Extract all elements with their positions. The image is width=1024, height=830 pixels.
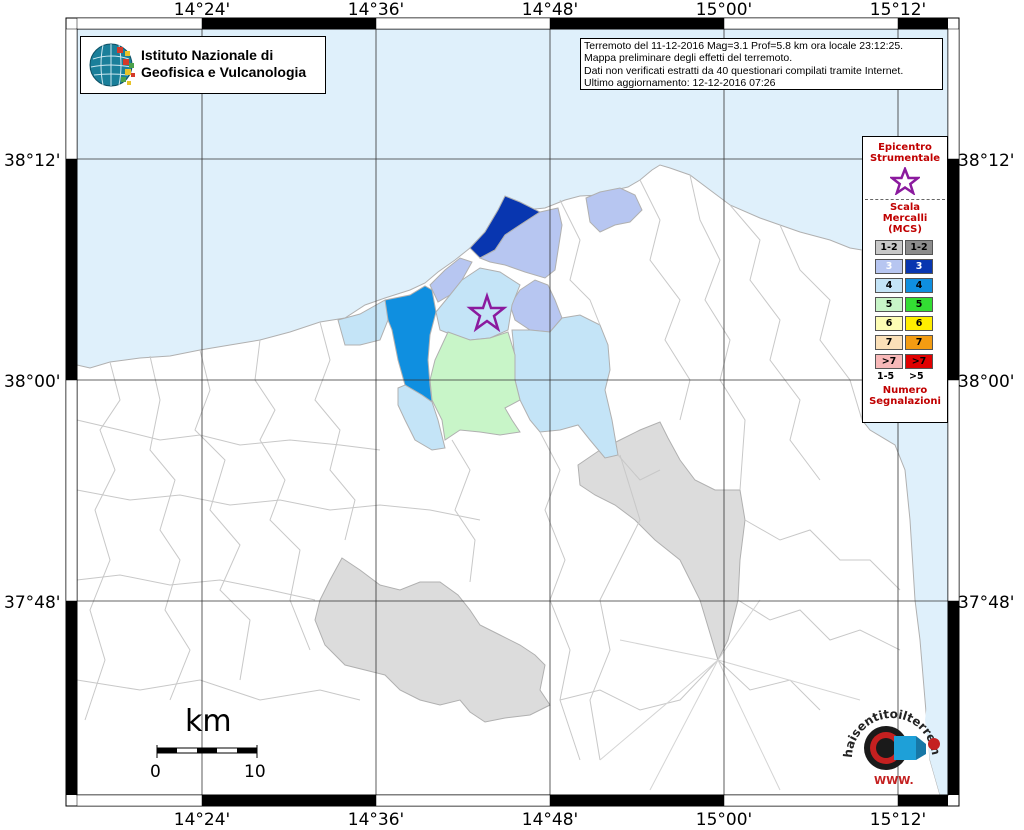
lat-label-left: 37°48' (4, 593, 61, 613)
lon-label-top: 15°00' (695, 0, 753, 20)
legend-row: 77 (863, 333, 947, 352)
lat-label-right: 38°00' (958, 372, 1015, 392)
legend-separator (865, 199, 945, 200)
institute-name: Istituto Nazionale di Geofisica e Vulcan… (141, 47, 321, 81)
lon-label-bottom: 14°36' (347, 810, 405, 830)
lat-label-left: 38°00' (4, 372, 61, 392)
legend-swatch-many: 4 (905, 278, 933, 293)
legend-swatch-few: 1-2 (875, 240, 903, 255)
legend-count-high: >5 (909, 371, 924, 382)
legend-swatch-few: 5 (875, 297, 903, 312)
legend-swatch-many: >7 (905, 354, 933, 369)
legend-swatch-few: 4 (875, 278, 903, 293)
lon-label-bottom: 14°48' (521, 810, 579, 830)
legend-strumentale-label: Strumentale (869, 153, 941, 164)
legend: Epicentro Strumentale Scala Mercalli (MC… (862, 136, 948, 423)
lon-label-top: 14°24' (173, 0, 231, 20)
legend-swatch-many: 5 (905, 297, 933, 312)
legend-swatch-few: 3 (875, 259, 903, 274)
legend-row: 44 (863, 276, 947, 295)
lon-label-top: 14°36' (347, 0, 405, 20)
lat-label-left: 38°12' (4, 151, 61, 171)
badge-www: WWW. (874, 774, 914, 787)
lon-label-bottom: 15°12' (869, 810, 927, 830)
legend-count-low: 1-5 (877, 371, 895, 382)
legend-row: 66 (863, 314, 947, 333)
institute-name-line2: Geofisica e Vulcanologia (141, 64, 307, 80)
info-line-update: Ultimo aggiornamento: 12-12-2016 07:26 (584, 76, 776, 89)
region-mcs5 (429, 331, 521, 441)
scale-unit-label: km (185, 704, 232, 739)
legend-swatch-many: 7 (905, 335, 933, 350)
legend-swatch-many: 3 (905, 259, 933, 274)
scale-ten-label: 10 (244, 762, 266, 782)
lat-label-right: 38°12' (958, 151, 1015, 171)
legend-row: 33 (863, 257, 947, 276)
institute-box: Istituto Nazionale di Geofisica e Vulcan… (80, 36, 326, 94)
info-line-map: Mappa preliminare degli effetti del terr… (584, 52, 793, 65)
legend-epicentro-label: Epicentro (878, 142, 932, 153)
earthquake-info-box: Terremoto del 11-12-2016 Mag=3.1 Prof=5.… (580, 38, 943, 90)
lon-label-top: 14°48' (521, 0, 579, 20)
haisentito-badge-icon[interactable]: haisentitoilterremoto.it WWW. (838, 688, 948, 788)
legend-row: >7 >7 (863, 352, 947, 371)
lon-label-bottom: 15°00' (695, 810, 753, 830)
legend-swatch-many: 6 (905, 316, 933, 331)
legend-rows: 1-2 1-2 3 3 4 4 5 5 6 6 7 7 >7 >7 (863, 238, 947, 371)
legend-swatch-few: 6 (875, 316, 903, 331)
institute-name-line1: Istituto Nazionale di (141, 47, 274, 63)
info-line-event: Terremoto del 11-12-2016 Mag=3.1 Prof=5.… (584, 40, 904, 52)
legend-swatch-few: 7 (875, 335, 903, 350)
legend-numero-label: Numero (882, 385, 928, 396)
legend-row: 55 (863, 295, 947, 314)
ingv-globe-logo-icon (89, 43, 135, 87)
legend-segnalazioni-label: Segnalazioni (869, 396, 941, 407)
legend-scala-label: Scala (889, 202, 921, 213)
lon-label-top: 15°12' (869, 0, 927, 20)
lon-label-bottom: 14°24' (173, 810, 231, 830)
info-line-data: Dati non verificati estratti da 40 quest… (584, 64, 904, 77)
scale-zero-label: 0 (150, 762, 161, 782)
legend-mcs-label: (MCS) (888, 224, 922, 235)
legend-row: 1-2 1-2 (863, 238, 947, 257)
legend-swatch-many: 1-2 (905, 240, 933, 255)
legend-count-row: 1-5 >5 (863, 371, 947, 385)
epicenter-star-legend-icon (890, 167, 920, 195)
lat-label-right: 37°48' (958, 593, 1015, 613)
legend-swatch-few: >7 (875, 354, 903, 369)
legend-mercalli-label: Mercalli (882, 213, 928, 224)
